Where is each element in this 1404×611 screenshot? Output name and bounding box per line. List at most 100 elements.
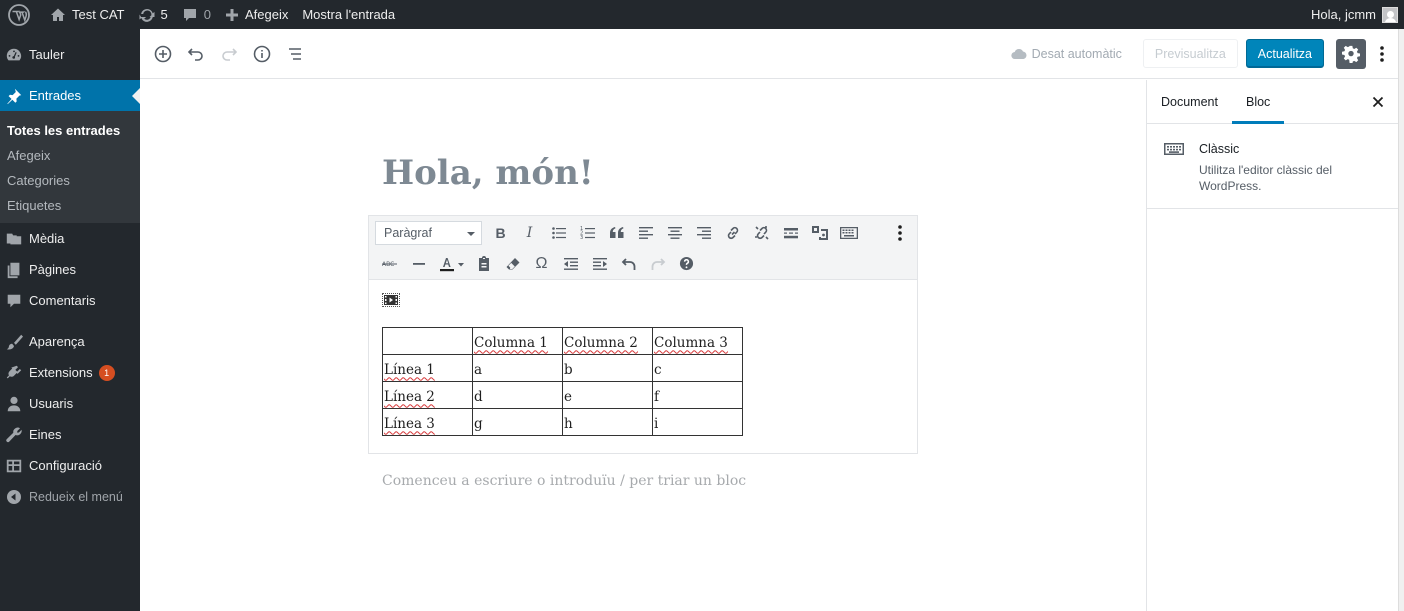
- more-menu-button[interactable]: [1370, 39, 1394, 69]
- wp-logo-button[interactable]: [0, 0, 38, 29]
- table-cell-text: e: [564, 388, 572, 405]
- settings-sidebar: Document Bloc Clàssic Utilitza l'editor …: [1146, 80, 1398, 611]
- align-right-button[interactable]: [689, 219, 718, 247]
- pages-icon: [4, 260, 24, 280]
- table-cell[interactable]: g: [472, 408, 563, 436]
- align-center-button[interactable]: [660, 219, 689, 247]
- list-view-icon: [288, 47, 301, 60]
- submenu-add-new[interactable]: Afegeix: [0, 143, 140, 168]
- keyboard-shortcuts-button[interactable]: [672, 250, 701, 278]
- table-cell[interactable]: e: [562, 381, 653, 409]
- site-name-link[interactable]: Test CAT: [43, 0, 132, 29]
- editor-canvas: Hola, món! Paràgraf B I 123 Ω Columna 1 …: [140, 80, 1146, 611]
- submenu-categories[interactable]: Categories: [0, 168, 140, 193]
- numbered-list-button[interactable]: 123: [573, 219, 602, 247]
- blockquote-button[interactable]: [602, 219, 631, 247]
- menu-media[interactable]: Mèdia: [0, 223, 140, 254]
- undo-button[interactable]: [179, 37, 212, 70]
- settings-toggle-button[interactable]: [1336, 38, 1366, 69]
- table-cell[interactable]: Línea 3: [382, 408, 473, 436]
- table-cell[interactable]: Columna 1: [472, 327, 563, 355]
- classic-block[interactable]: Paràgraf B I 123 ABC: [368, 215, 918, 454]
- table-cell[interactable]: b: [562, 354, 653, 382]
- my-account-link[interactable]: Hola, jcmm: [1304, 0, 1404, 29]
- comments-link[interactable]: 0: [175, 0, 218, 29]
- redo-button[interactable]: [212, 37, 245, 70]
- submenu-all-posts[interactable]: Totes les entrades: [0, 118, 140, 143]
- content-table[interactable]: Columna 1 Columna 2 Columna 3 Línea 1 a b c Lín…: [382, 327, 743, 436]
- submenu-tags[interactable]: Etiquetes: [0, 193, 140, 218]
- menu-posts-label: Entrades: [29, 88, 82, 103]
- menu-plugins[interactable]: Extensions 1: [0, 357, 140, 388]
- menu-appearance[interactable]: Aparença: [0, 326, 140, 357]
- table-cell[interactable]: Línea 1: [382, 354, 473, 382]
- collapse-menu-button[interactable]: Redueix el menú: [0, 481, 140, 512]
- updates-link[interactable]: 5: [132, 0, 175, 29]
- remove-link-button[interactable]: [747, 219, 776, 247]
- block-more-options-button[interactable]: [888, 219, 912, 247]
- horizontal-line-button[interactable]: [404, 250, 433, 278]
- format-select[interactable]: Paràgraf: [375, 220, 482, 245]
- outdent-button[interactable]: [556, 250, 585, 278]
- text-color-button[interactable]: [433, 250, 469, 278]
- insert-link-button[interactable]: [718, 219, 747, 247]
- menu-users[interactable]: Usuaris: [0, 388, 140, 419]
- view-post-link[interactable]: Mostra l'entrada: [295, 0, 402, 29]
- menu-pages[interactable]: Pàgines: [0, 254, 140, 285]
- outdent-icon: [563, 257, 578, 270]
- indent-button[interactable]: [585, 250, 614, 278]
- classic-editor-toolbar: Paràgraf B I 123 ABC: [369, 216, 917, 280]
- menu-comments[interactable]: Comentaris: [0, 285, 140, 316]
- preview-button[interactable]: Previsualitza: [1142, 39, 1238, 68]
- table-cell[interactable]: c: [652, 354, 743, 382]
- table-cell[interactable]: f: [652, 381, 743, 409]
- redo-edit-button[interactable]: [643, 250, 672, 278]
- toolbar-toggle-button[interactable]: [834, 219, 863, 247]
- video-icon: [384, 295, 398, 305]
- table-cell[interactable]: d: [472, 381, 563, 409]
- table-cell[interactable]: a: [472, 354, 563, 382]
- strikethrough-button[interactable]: ABC: [375, 250, 404, 278]
- text-color-icon: [440, 257, 464, 271]
- block-appender[interactable]: Comenceu a escriure o introduïu / per tr…: [382, 473, 746, 489]
- close-settings-button[interactable]: [1366, 90, 1390, 114]
- plugins-update-badge: 1: [98, 364, 115, 381]
- special-character-button[interactable]: Ω: [527, 250, 556, 278]
- table-cell[interactable]: Línea 2: [382, 381, 473, 409]
- table-cell[interactable]: Columna 2: [562, 327, 653, 355]
- tab-block[interactable]: Bloc: [1232, 80, 1284, 124]
- bold-button[interactable]: B: [486, 219, 515, 247]
- undo-edit-button[interactable]: [614, 250, 643, 278]
- admin-sidebar: Tauler Entrades Totes les entrades Afege…: [0, 29, 140, 611]
- classic-editor-content[interactable]: Columna 1 Columna 2 Columna 3 Línea 1 a b c Lín…: [369, 280, 917, 450]
- menu-posts[interactable]: Entrades: [0, 80, 140, 111]
- unlink-icon: [754, 225, 769, 240]
- italic-button[interactable]: I: [515, 219, 544, 247]
- table-cell[interactable]: Columna 3: [652, 327, 743, 355]
- content-info-button[interactable]: [245, 37, 278, 70]
- read-more-button[interactable]: [776, 219, 805, 247]
- page-scrollbar[interactable]: [1398, 29, 1404, 611]
- redo-icon: [651, 257, 665, 270]
- plugin-icon: [4, 363, 24, 383]
- add-block-button[interactable]: [146, 37, 179, 70]
- media-placeholder[interactable]: [382, 293, 400, 307]
- update-button[interactable]: Actualitza: [1245, 39, 1324, 68]
- menu-tools[interactable]: Eines: [0, 419, 140, 450]
- new-content-link[interactable]: Afegeix: [218, 0, 295, 29]
- menu-settings[interactable]: Configuració: [0, 450, 140, 481]
- table-cell[interactable]: h: [562, 408, 653, 436]
- paste-text-button[interactable]: [469, 250, 498, 278]
- wrench-icon: [4, 425, 24, 445]
- table-cell[interactable]: i: [652, 408, 743, 436]
- bullet-list-button[interactable]: [544, 219, 573, 247]
- outline-button[interactable]: [278, 37, 311, 70]
- clear-formatting-button[interactable]: [498, 250, 527, 278]
- comment-icon: [183, 8, 196, 21]
- menu-dashboard[interactable]: Tauler: [0, 39, 140, 70]
- tab-document[interactable]: Document: [1147, 80, 1232, 124]
- add-media-button[interactable]: [805, 219, 834, 247]
- align-left-button[interactable]: [631, 219, 660, 247]
- post-title[interactable]: Hola, món!: [382, 153, 594, 193]
- table-cell[interactable]: [382, 327, 473, 355]
